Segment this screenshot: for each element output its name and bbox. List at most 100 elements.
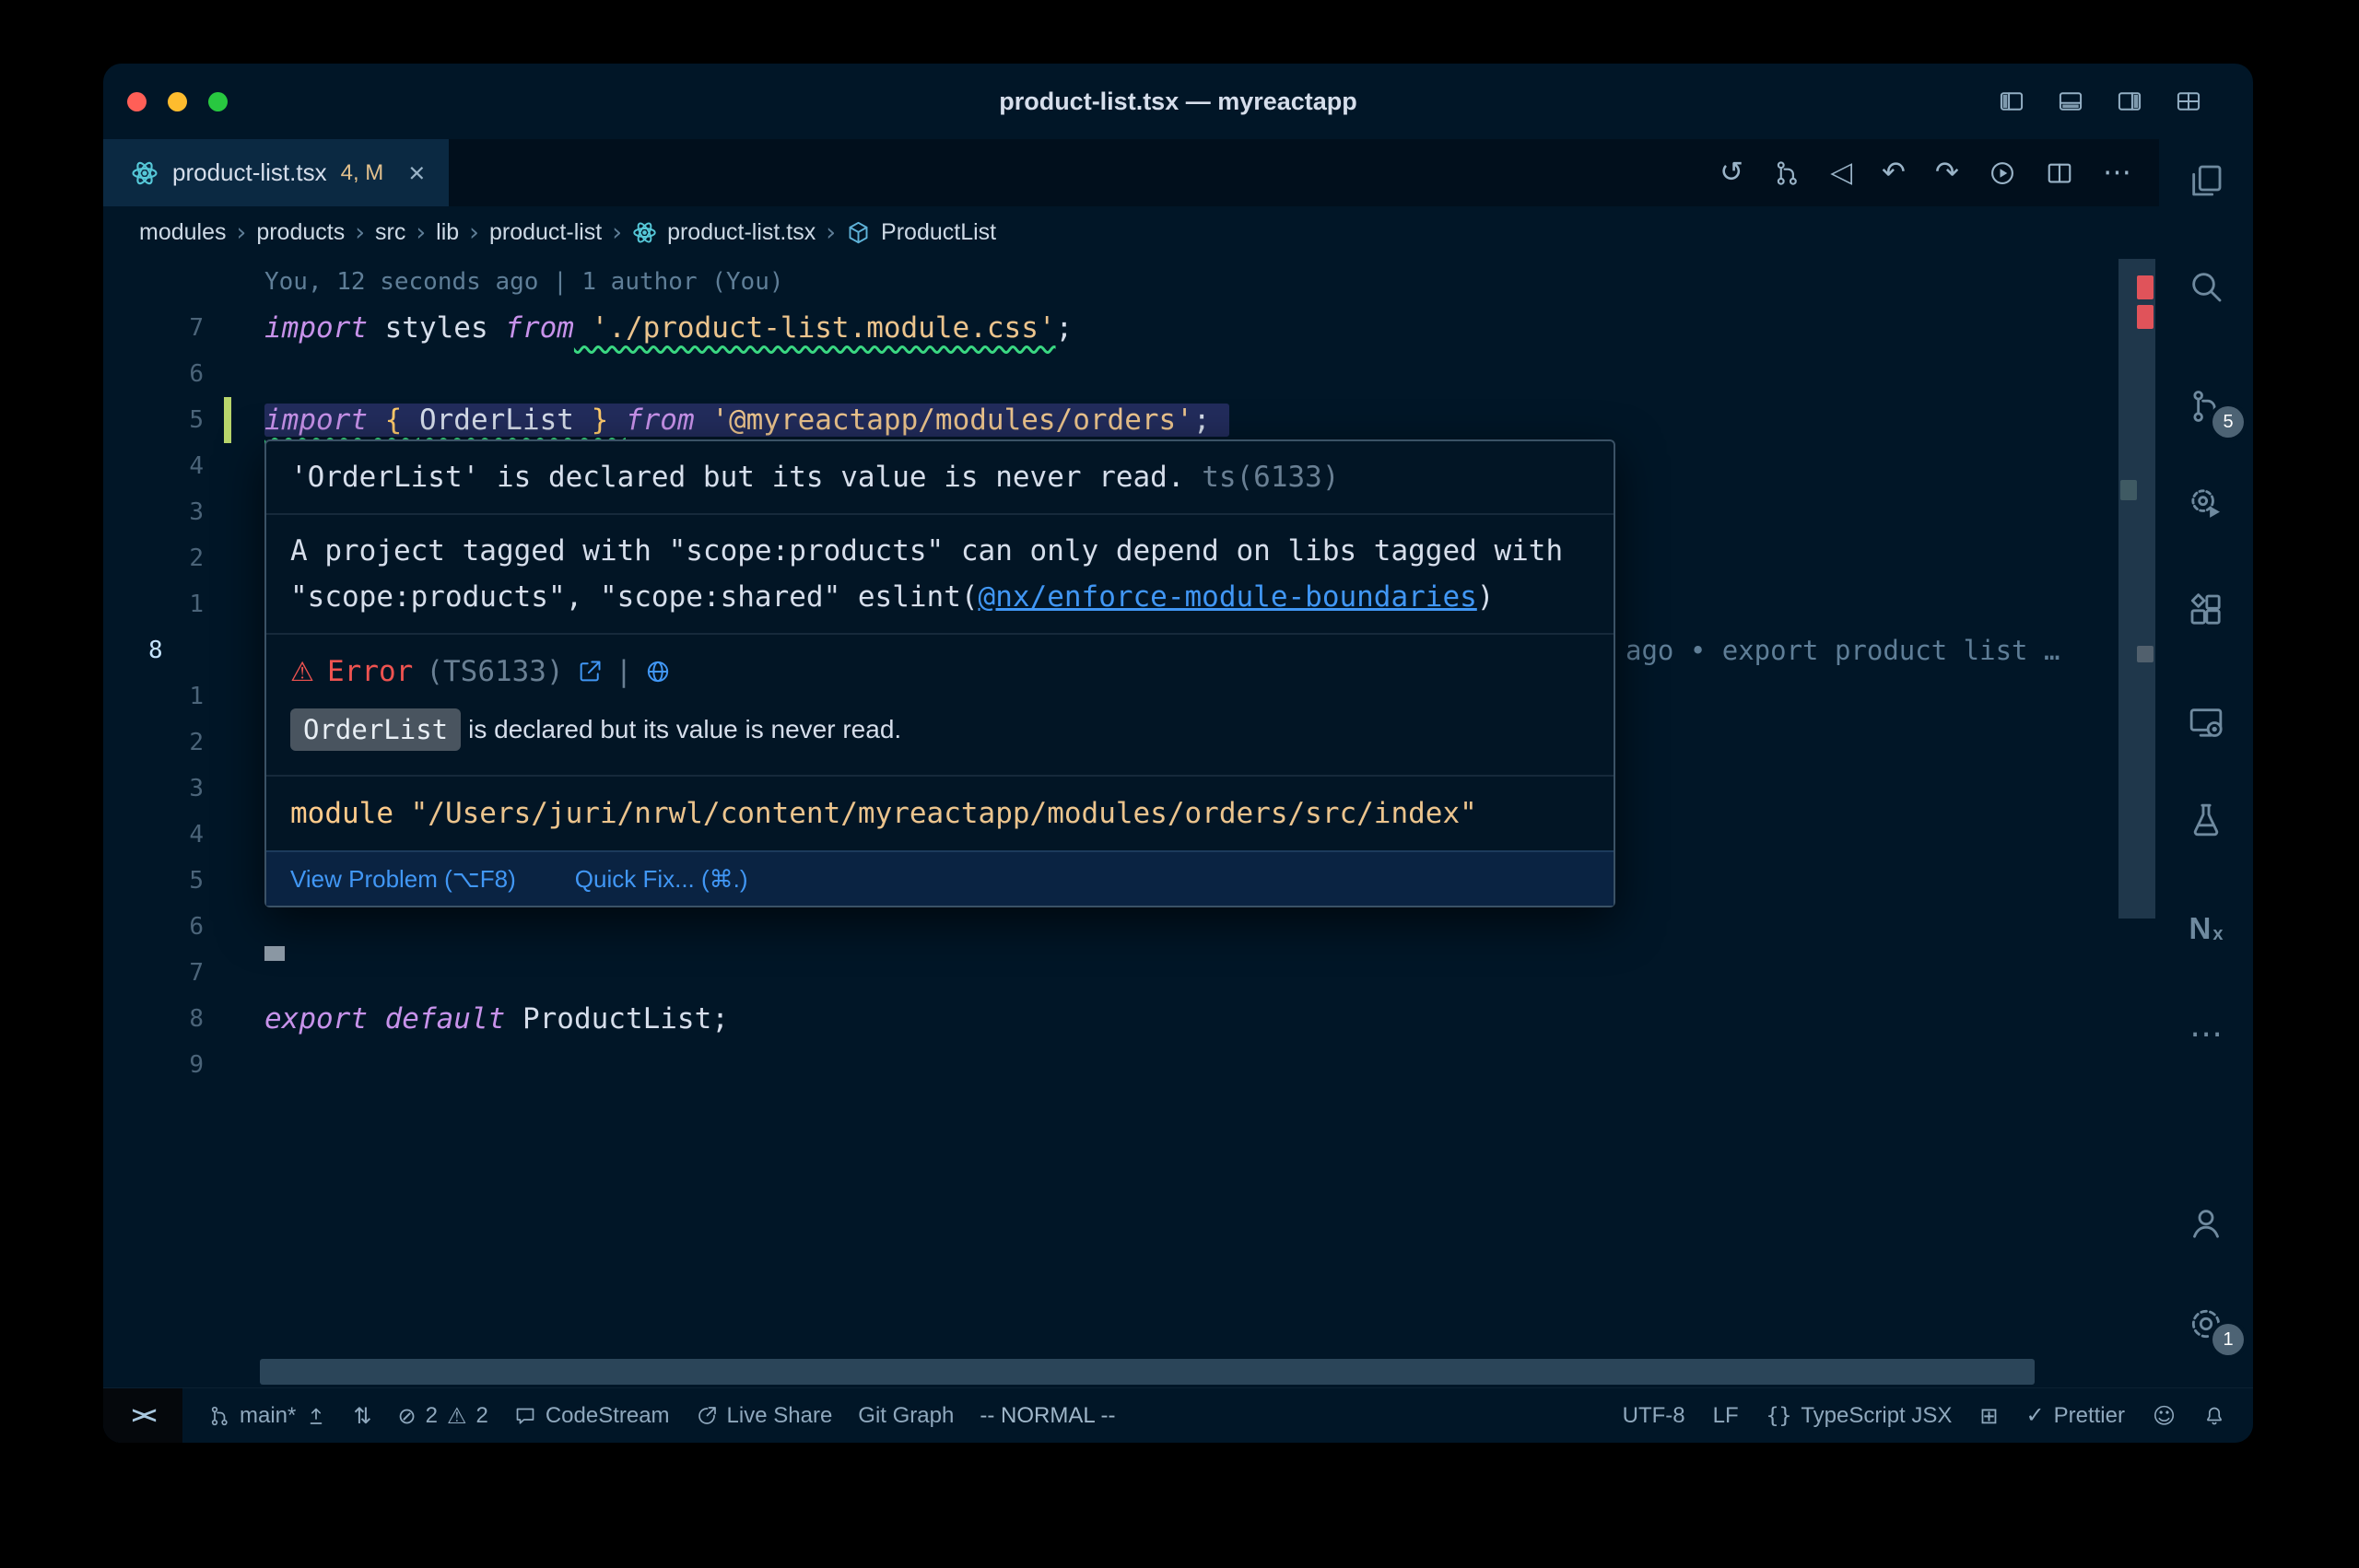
line-number: 6 (103, 904, 241, 950)
error-marker (2137, 275, 2154, 299)
settings-gear-icon[interactable]: 1 (2159, 1302, 2253, 1346)
punctuation-token: ; (1193, 404, 1211, 437)
live-share-button[interactable]: Live Share (696, 1403, 833, 1429)
git-graph-button[interactable]: Git Graph (858, 1403, 954, 1429)
code-editor[interactable]: You, 12 seconds ago | 1 author (You) 7 i… (103, 259, 2159, 1387)
nx-console-icon[interactable]: Nx (2159, 907, 2253, 951)
line-number: 2 (103, 535, 241, 581)
popup-resize-handle[interactable] (264, 946, 285, 961)
diagnostic-hover-popup: 'OrderList' is declared but its value is… (264, 439, 1615, 907)
line-number: 8 (103, 996, 241, 1042)
testing-icon[interactable] (2159, 798, 2253, 842)
sync-branches-button[interactable]: ⇅ (353, 1405, 371, 1427)
feedback-smiley-button[interactable]: ☺ (2153, 1405, 2176, 1427)
breadcrumb-item[interactable]: lib (436, 219, 459, 246)
tab-bar: product-list.tsx 4, M × ↺ ◁ ↶ ↷ ⋯ (103, 139, 2159, 206)
web-search-globe-icon[interactable] (645, 659, 671, 685)
titlebar: product-list.tsx — myreactapp (103, 64, 2253, 139)
vscode-window: product-list.tsx — myreactapp product-li… (103, 64, 2253, 1443)
toggle-panel-icon[interactable] (2056, 88, 2085, 114)
error-label: Error (327, 651, 413, 692)
code-line: 7 (103, 950, 2159, 996)
open-external-icon[interactable] (577, 659, 603, 685)
timeline-history-icon[interactable]: ↺ (1719, 158, 1743, 187)
grid-icon: ⊞ (1979, 1405, 1998, 1427)
warnings-icon: ⚠ (447, 1405, 467, 1427)
split-editor-icon[interactable] (2046, 159, 2073, 187)
source-control-icon[interactable]: 5 (2159, 384, 2253, 428)
line-number: 5 (103, 858, 241, 904)
customize-layout-icon[interactable] (2174, 88, 2203, 114)
sync-branches-icon: ⇅ (353, 1405, 371, 1427)
search-icon[interactable] (2159, 264, 2253, 309)
breadcrumb-item-symbol[interactable]: ProductList (881, 219, 996, 246)
line-number: 6 (103, 351, 241, 397)
brace-token: { (368, 404, 419, 437)
quick-fix-link[interactable]: Quick Fix... (⌘.) (575, 864, 748, 894)
remote-indicator-button[interactable]: >< (103, 1388, 182, 1444)
line-number: 7 (103, 950, 241, 996)
error-icon: ⚠ (290, 651, 314, 692)
branch-indicator[interactable]: main* (208, 1403, 327, 1429)
more-actions-icon[interactable]: ⋯ (2103, 158, 2131, 187)
breadcrumb-item[interactable]: modules (139, 219, 227, 246)
identifier-token: styles (368, 311, 505, 345)
error-code: (TS6133) (426, 651, 563, 692)
prettier-indicator[interactable]: ✓ Prettier (2026, 1402, 2125, 1429)
tab-product-list[interactable]: product-list.tsx 4, M × (103, 139, 449, 206)
keyword-token: from (626, 404, 695, 437)
toggle-sidebar-right-icon[interactable] (2115, 88, 2144, 114)
codestream-button[interactable]: CodeStream (514, 1403, 670, 1429)
line-number: 9 (103, 1042, 241, 1088)
gutter-modified-indicator (224, 397, 231, 443)
gitlens-authors-codelens[interactable]: You, 12 seconds ago | 1 author (You) (264, 259, 784, 305)
problems-indicator[interactable]: ⊘ 2 ⚠ 2 (397, 1403, 487, 1429)
close-tab-icon[interactable]: × (408, 158, 425, 187)
editor-actions: ↺ ◁ ↶ ↷ ⋯ (1719, 139, 2159, 206)
more-views-icon[interactable]: ⋯ (2159, 1012, 2253, 1056)
line-number: 3 (103, 766, 241, 812)
open-changes-icon[interactable]: ◁ (1830, 158, 1852, 187)
keyword-token: from (505, 311, 574, 345)
encoding-indicator[interactable]: UTF-8 (1623, 1403, 1685, 1429)
horizontal-scrollbar[interactable] (260, 1359, 2035, 1385)
run-debug-icon[interactable] (2159, 482, 2253, 526)
eslint-rule-link[interactable]: @nx/enforce-module-boundaries (979, 580, 1477, 614)
accounts-icon[interactable] (2159, 1201, 2253, 1246)
language-mode-indicator[interactable]: {} TypeScript JSX (1766, 1403, 1953, 1429)
run-file-icon[interactable] (1989, 159, 2016, 187)
next-change-icon[interactable]: ↷ (1935, 158, 1959, 187)
breadcrumb-item[interactable]: products (256, 219, 345, 246)
vertical-scrollbar[interactable] (2118, 259, 2155, 919)
keyword-token: export (264, 1002, 368, 1036)
grid-status-button[interactable]: ⊞ (1979, 1405, 1998, 1427)
breadcrumb-item[interactable]: src (375, 219, 405, 246)
status-bar-right: UTF-8 LF {} TypeScript JSX ⊞ ✓ Prettier … (1623, 1402, 2253, 1429)
string-token: './product-list.module.css' (574, 311, 1056, 345)
chevron-right-icon: › (826, 218, 836, 247)
code-line: 9 (103, 1042, 2159, 1088)
extensions-icon[interactable] (2159, 588, 2253, 632)
errors-count: 2 (426, 1403, 438, 1429)
chevron-right-icon: › (416, 218, 426, 247)
eol-indicator[interactable]: LF (1713, 1403, 1739, 1429)
notifications-bell-button[interactable] (2203, 1405, 2225, 1427)
toggle-sidebar-left-icon[interactable] (1997, 88, 2026, 114)
git-pull-request-icon[interactable] (1773, 159, 1801, 187)
line-number: 3 (103, 489, 241, 535)
remote-explorer-icon[interactable] (2159, 700, 2253, 744)
pipe-separator: | (616, 651, 633, 692)
line-number: 4 (103, 812, 241, 858)
hover-actions-footer: View Problem (⌥F8) Quick Fix... (⌘.) (266, 850, 1614, 906)
previous-change-icon[interactable]: ↶ (1882, 158, 1906, 187)
keyword-token: import (264, 311, 368, 345)
breadcrumb-item-file[interactable]: product-list.tsx (667, 219, 816, 246)
line-number: 7 (103, 305, 241, 351)
error-detail-row: OrderList is declared but its value is n… (266, 696, 1614, 775)
check-icon: ✓ (2026, 1402, 2045, 1429)
files-icon[interactable] (2159, 158, 2253, 203)
line-number: 4 (103, 443, 241, 489)
breadcrumb-item[interactable]: product-list (489, 219, 602, 246)
eslint-message-suffix: ) (1477, 580, 1495, 614)
view-problem-link[interactable]: View Problem (⌥F8) (290, 864, 516, 894)
